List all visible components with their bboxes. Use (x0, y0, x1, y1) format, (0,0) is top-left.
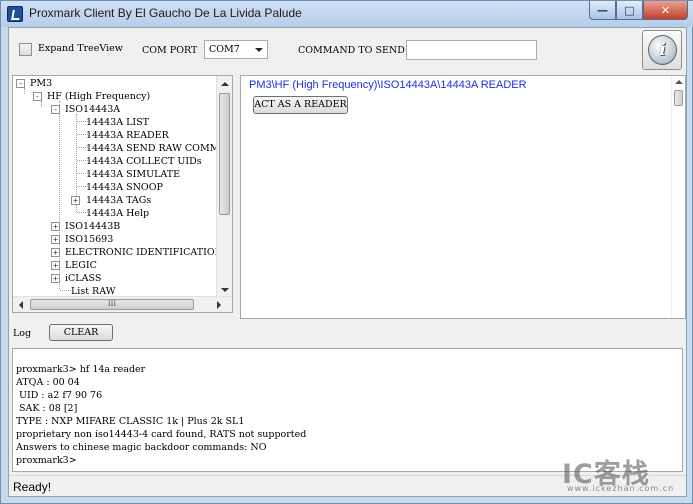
scroll-left-icon[interactable] (19, 301, 23, 309)
collapse-icon[interactable]: - (33, 92, 42, 101)
scroll-thumb[interactable] (674, 90, 683, 106)
log-line: proxmark3> (16, 455, 77, 466)
com-port-select[interactable]: COM7 (204, 40, 268, 59)
tree-node-label: 14443A READER (86, 130, 169, 141)
expand-icon[interactable]: + (51, 248, 60, 257)
command-label: COMMAND TO SEND (298, 45, 405, 56)
log-line: TYPE : NXP MIFARE CLASSIC 1k | Plus 2k S… (16, 416, 245, 427)
tree-node-14443a-list[interactable]: 14443A LIST (86, 116, 149, 129)
log-label: Log (13, 328, 32, 339)
log-line: SAK : 08 [2] (16, 403, 78, 414)
tree-node-label: ISO15693 (65, 234, 114, 245)
tree-guide (41, 101, 42, 107)
scroll-down-icon[interactable] (221, 288, 229, 292)
tree-vertical-scrollbar[interactable] (216, 76, 232, 298)
tree-node-label: LEGIC (65, 260, 97, 271)
pane-splitter[interactable] (235, 75, 239, 319)
expand-icon[interactable]: + (51, 274, 60, 283)
breadcrumb: PM3\HF (High Frequency)\ISO14443A\14443A… (249, 79, 527, 91)
status-text: Ready! (13, 480, 52, 494)
tree-node-label: HF (High Frequency) (47, 91, 151, 102)
tree-node-14443a-help[interactable]: 14443A Help (86, 207, 149, 220)
clear-button[interactable]: CLEAR (49, 324, 113, 341)
info-button[interactable]: i (642, 30, 682, 70)
log-line: UID : a2 f7 90 76 (16, 390, 103, 401)
tree-node-label: 14443A SIMULATE (86, 169, 181, 180)
expand-treeview-label: Expand TreeView (38, 43, 123, 54)
log-line: ATQA : 00 04 (16, 377, 80, 388)
watermark-url: www.ickezhan.com.cn (567, 484, 675, 493)
app-icon (7, 6, 23, 22)
title-bar[interactable]: Proxmark Client By El Gaucho De La Livid… (1, 1, 693, 27)
tree-horizontal-scrollbar[interactable]: III (13, 296, 232, 312)
scroll-right-icon[interactable] (217, 301, 221, 309)
collapse-icon[interactable]: - (16, 79, 25, 88)
grip-icon: III (107, 300, 117, 308)
close-icon: ✕ (660, 3, 671, 17)
maximize-icon: □ (624, 3, 635, 17)
close-button[interactable]: ✕ (643, 1, 688, 20)
log-line: proprietary non iso14443-4 card found, R… (16, 429, 307, 440)
toolbar: Expand TreeView COM PORT COM7 COMMAND TO… (9, 28, 686, 71)
tree-node-label: 14443A LIST (86, 117, 150, 128)
scroll-thumb[interactable]: III (30, 299, 194, 310)
tree-node-14443a-simulate[interactable]: 14443A SIMULATE (86, 168, 180, 181)
command-panel: PM3\HF (High Frequency)\ISO14443A\14443A… (240, 75, 686, 319)
client-area: Expand TreeView COM PORT COM7 COMMAND TO… (8, 27, 687, 497)
log-line: Answers to chinese magic backdoor comman… (16, 442, 267, 453)
tree-node-label: ISO14443A (65, 104, 121, 115)
window-title: Proxmark Client By El Gaucho De La Livid… (29, 6, 302, 20)
panel-vertical-scrollbar[interactable] (671, 76, 685, 318)
tree-guide (60, 290, 71, 291)
app-window: Proxmark Client By El Gaucho De La Livid… (0, 0, 693, 504)
tree-node-label: 14443A TAGs (86, 195, 152, 206)
tree-node-label: 14443A Help (86, 208, 150, 219)
tree-node-label: PM3 (30, 78, 53, 89)
chevron-down-icon (255, 48, 263, 52)
tree-node-14443a-collect-uids[interactable]: 14443A COLLECT UIDs (86, 155, 202, 168)
tree-node-label: iCLASS (65, 273, 102, 284)
log-line: proxmark3> hf 14a reader (16, 364, 146, 375)
expand-icon[interactable]: + (51, 235, 60, 244)
tree-node-14443a-snoop[interactable]: 14443A SNOOP (86, 181, 163, 194)
tree-node-label: 14443A COLLECT UIDs (86, 156, 202, 167)
scroll-thumb[interactable] (219, 93, 230, 215)
command-tree[interactable]: - PM3 - HF (High Frequency) - ISO14443A … (12, 75, 233, 313)
collapse-icon[interactable]: - (51, 105, 60, 114)
scroll-up-icon[interactable] (675, 80, 683, 84)
minimize-icon: — (597, 3, 608, 17)
log-toolbar: Log CLEAR (9, 322, 686, 343)
scroll-up-icon[interactable] (221, 82, 229, 86)
maximize-button[interactable]: □ (616, 1, 643, 20)
tree-node-14443a-reader[interactable]: 14443A READER (86, 129, 169, 142)
minimize-button[interactable]: — (589, 1, 616, 20)
act-as-reader-button[interactable]: ACT AS A READER (253, 96, 348, 114)
expand-treeview-checkbox[interactable] (19, 43, 32, 56)
expand-icon[interactable]: + (71, 196, 80, 205)
command-input[interactable] (406, 40, 537, 60)
tree-node-14443a-send-raw[interactable]: 14443A SEND RAW COMMANDS (86, 142, 233, 155)
expand-icon[interactable]: + (51, 261, 60, 270)
com-port-label: COM PORT (142, 45, 198, 56)
tree-node-label: 14443A SEND RAW COMMANDS (86, 143, 233, 154)
info-icon: i (648, 35, 677, 65)
tree-node-label: 14443A SNOOP (86, 182, 163, 193)
info-glyph: i (659, 39, 666, 60)
tree-node-label: ELECTRONIC IDENTIFICATION D (65, 247, 233, 258)
expand-icon[interactable]: + (51, 222, 60, 231)
tree-guide (24, 88, 25, 94)
com-port-value: COM7 (209, 44, 240, 55)
window-controls: — □ ✕ (589, 1, 688, 21)
tree-node-label: ISO14443B (65, 221, 121, 232)
watermark-logo: IC客栈 www.ickezhan.com.cn (562, 452, 686, 494)
